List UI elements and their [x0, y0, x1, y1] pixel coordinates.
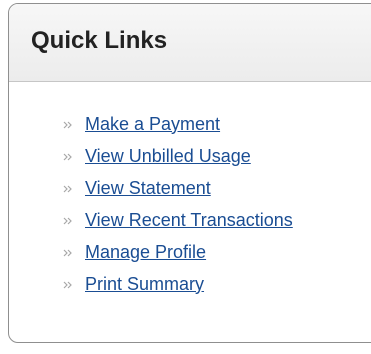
- list-item: View Statement: [63, 172, 293, 204]
- list-item: View Unbilled Usage: [63, 140, 293, 172]
- panel-title: Quick Links: [31, 26, 168, 54]
- panel-header: Quick Links: [9, 4, 371, 82]
- double-chevron-right-icon: [63, 153, 85, 161]
- manage-profile-link[interactable]: Manage Profile: [85, 242, 206, 263]
- double-chevron-right-icon: [63, 217, 85, 225]
- double-chevron-right-icon: [63, 185, 85, 193]
- quick-links-list: Make a Payment View Unbilled Usage View …: [63, 108, 293, 300]
- quick-links-panel: Quick Links Make a Payment View Unbilled…: [8, 3, 371, 343]
- make-a-payment-link[interactable]: Make a Payment: [85, 114, 220, 135]
- list-item: Print Summary: [63, 268, 293, 300]
- print-summary-link[interactable]: Print Summary: [85, 274, 204, 295]
- double-chevron-right-icon: [63, 121, 85, 129]
- view-statement-link[interactable]: View Statement: [85, 178, 211, 199]
- list-item: View Recent Transactions: [63, 204, 293, 236]
- list-item: Make a Payment: [63, 108, 293, 140]
- double-chevron-right-icon: [63, 249, 85, 257]
- view-unbilled-usage-link[interactable]: View Unbilled Usage: [85, 146, 251, 167]
- view-recent-transactions-link[interactable]: View Recent Transactions: [85, 210, 293, 231]
- double-chevron-right-icon: [63, 281, 85, 289]
- list-item: Manage Profile: [63, 236, 293, 268]
